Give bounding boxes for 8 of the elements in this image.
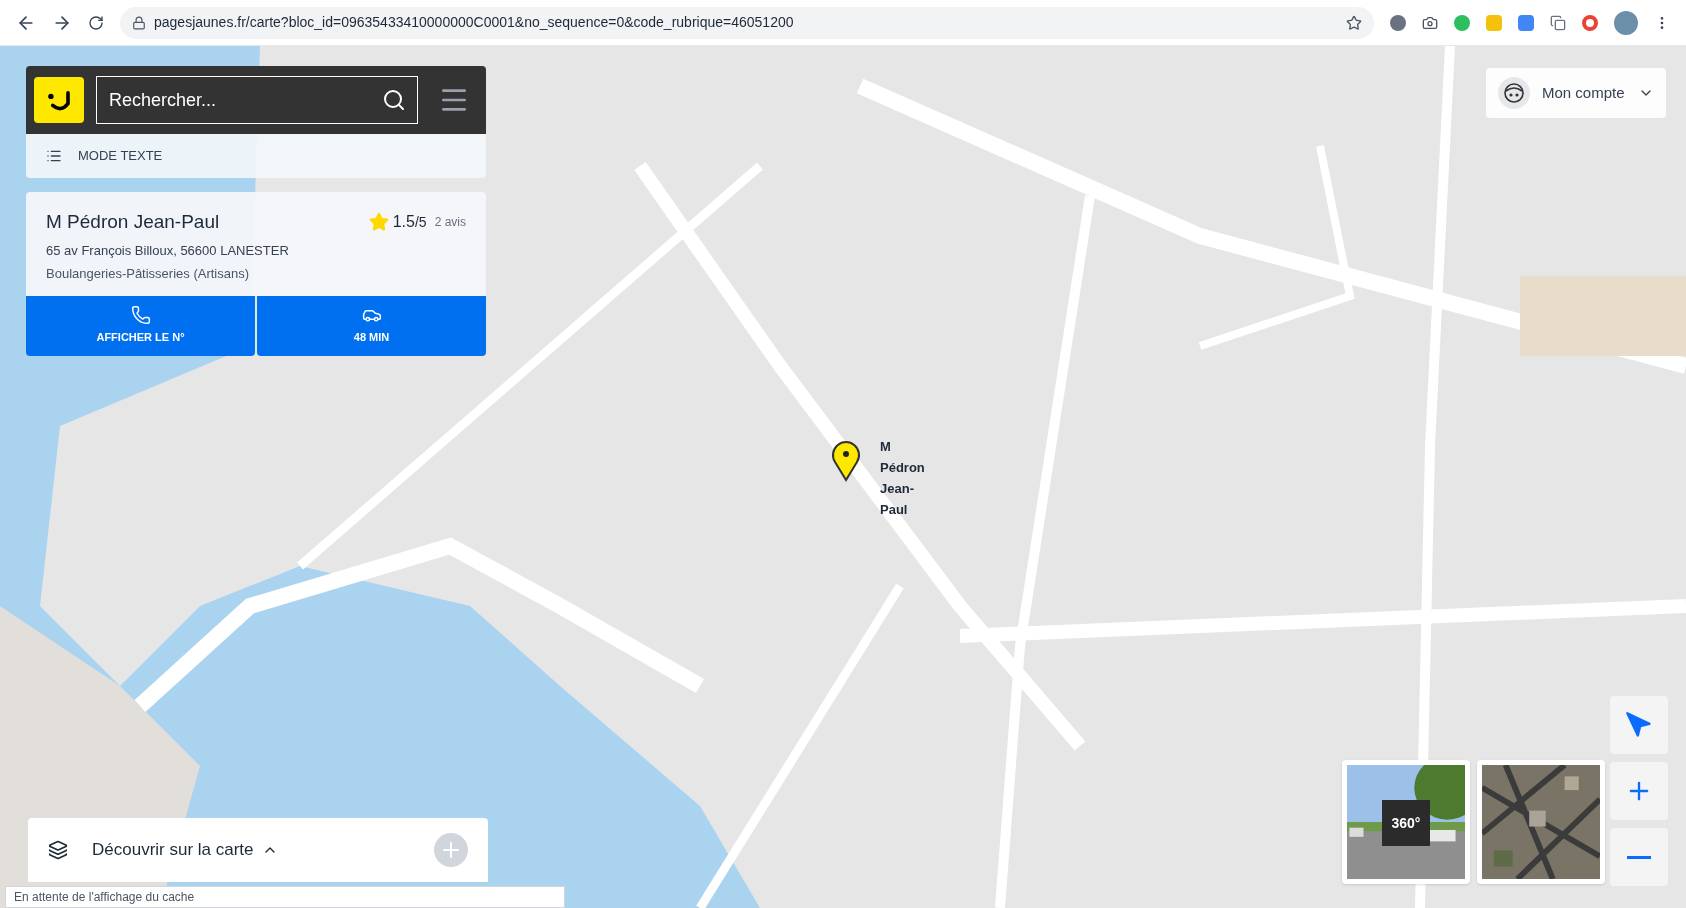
bookmark-star-icon[interactable] xyxy=(1346,14,1362,31)
copy-icon[interactable] xyxy=(1550,14,1566,31)
url-text: pagesjaunes.fr/carte?bloc_id=09635433410000000C0001&no_sequence=0&code_rubrique=46051200 xyxy=(154,13,795,32)
camera-icon[interactable] xyxy=(1422,14,1438,31)
avatar-icon[interactable] xyxy=(1614,10,1638,35)
address-bar[interactable]: pagesjaunes.fr/carte?bloc_id=09635433410000000C0001&no_sequence=0&code_rubrique=46051200 xyxy=(120,6,1374,39)
reload-icon[interactable] xyxy=(88,14,104,31)
lock-icon xyxy=(132,15,146,30)
